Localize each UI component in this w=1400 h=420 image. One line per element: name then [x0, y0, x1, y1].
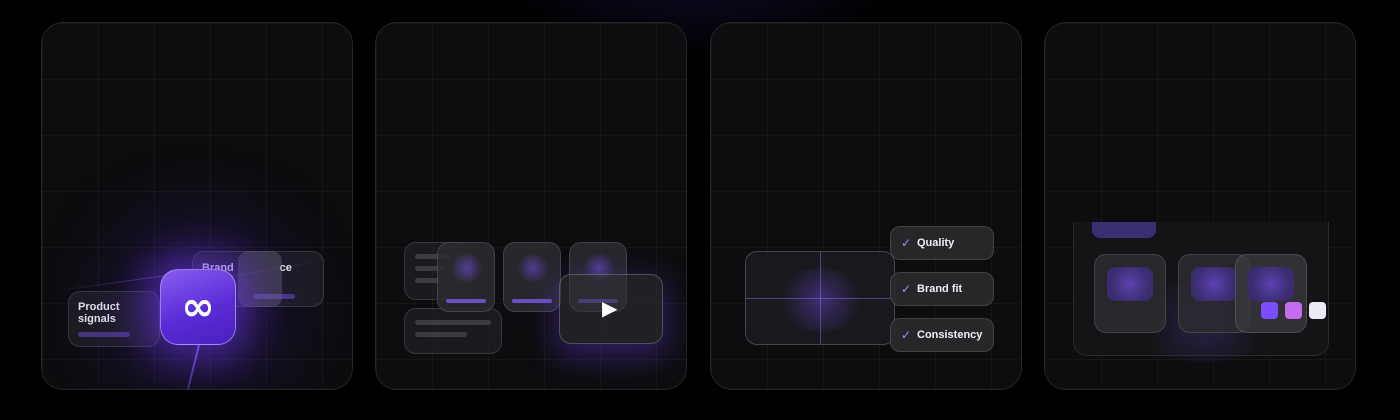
check-label: Consistency	[917, 329, 983, 341]
thumbnail-card[interactable]	[437, 242, 495, 312]
check-item-consistency[interactable]: ✓ Consistency	[890, 318, 994, 352]
infinity-icon: ∞	[181, 284, 215, 330]
color-swatch-pink[interactable]	[1285, 302, 1302, 319]
check-item-quality[interactable]: ✓ Quality	[890, 226, 994, 260]
product-signals-bar	[78, 332, 130, 337]
preview-frame	[745, 251, 895, 345]
asset-thumbnail	[1248, 267, 1294, 301]
quality-check-panel: ✓ Quality ✓ Brand fit ✓ Consistency	[710, 22, 1022, 390]
thumbnail-glow	[516, 253, 550, 283]
thumbnail-bar	[446, 299, 486, 303]
asset-thumbnail	[1107, 267, 1153, 301]
check-icon: ✓	[901, 282, 912, 296]
color-swatch-violet[interactable]	[1261, 302, 1278, 319]
media-panel: ▶	[375, 22, 687, 390]
preview-glow	[776, 268, 866, 332]
infinity-hub-button[interactable]: ∞	[160, 269, 236, 345]
check-label: Quality	[917, 237, 955, 249]
frosted-overlay	[238, 251, 282, 307]
video-player-card[interactable]: ▶	[559, 274, 663, 344]
asset-thumbnail	[1191, 267, 1237, 301]
text-line	[415, 332, 467, 337]
check-icon: ✓	[901, 328, 912, 342]
palette-panel	[1044, 22, 1356, 390]
check-label: Brand fit	[917, 283, 963, 295]
asset-card[interactable]	[1094, 254, 1166, 333]
product-signals-label: Product signals	[78, 301, 120, 325]
color-swatch-white[interactable]	[1309, 302, 1326, 319]
artboard-header-pill	[1092, 222, 1156, 238]
play-icon[interactable]: ▶	[602, 297, 617, 319]
check-item-brand-fit[interactable]: ✓ Brand fit	[890, 272, 994, 306]
text-card	[404, 308, 502, 354]
brand-signals-panel: Brand ce Product signals ∞	[41, 22, 353, 390]
text-line	[415, 320, 491, 325]
check-icon: ✓	[901, 236, 912, 250]
thumbnail-bar	[512, 299, 552, 303]
product-signals-card: Product signals	[68, 291, 160, 347]
thumbnail-card[interactable]	[503, 242, 561, 312]
asset-card[interactable]	[1235, 254, 1307, 333]
crosshair-horizontal	[746, 298, 894, 299]
thumbnail-glow	[450, 253, 484, 283]
